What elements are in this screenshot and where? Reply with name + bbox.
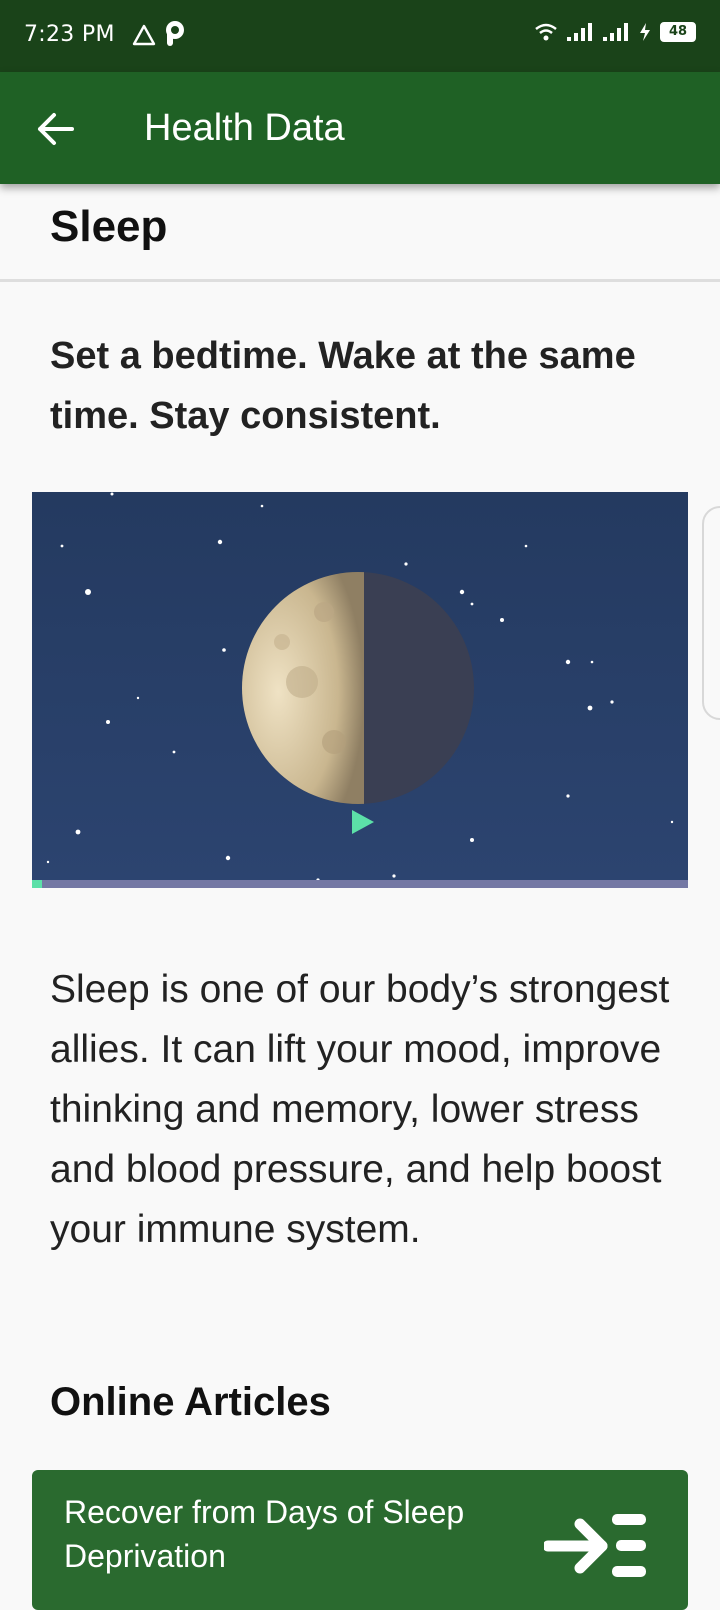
wifi-icon: [535, 23, 557, 41]
headline: Set a bedtime. Wake at the same time. St…: [50, 335, 636, 437]
video-player[interactable]: [32, 492, 688, 888]
battery-level: 48: [660, 22, 696, 42]
signal-icon-2: [603, 23, 628, 41]
signal-icon-1: [567, 23, 592, 41]
progress-fill: [32, 880, 42, 888]
sleep-description: Sleep is one of our body’s strongest all…: [50, 968, 670, 1251]
article-card[interactable]: Recover from Days of Sleep Deprivation: [32, 1470, 688, 1610]
section-title: Sleep: [50, 202, 168, 251]
status-bar: 7:23 PM 48: [0, 0, 720, 72]
progress-track[interactable]: [32, 880, 688, 888]
online-articles-heading: Online Articles: [50, 1380, 331, 1424]
app-bar: Health Data: [0, 72, 720, 184]
article-title: Recover from Days of Sleep Deprivation: [64, 1494, 465, 1574]
back-arrow-icon[interactable]: [32, 106, 78, 152]
charging-icon: [640, 23, 650, 41]
status-time: 7:23 PM: [24, 22, 115, 47]
divider: [0, 279, 720, 282]
open-list-icon: [544, 1514, 646, 1577]
warning-triangle-icon: [132, 24, 156, 46]
video-thumbnail: [32, 492, 688, 888]
side-panel-handle[interactable]: [702, 506, 720, 720]
app-bar-title: Health Data: [144, 107, 345, 149]
status-indicators: 48: [534, 22, 696, 42]
parking-app-icon: [166, 21, 184, 46]
